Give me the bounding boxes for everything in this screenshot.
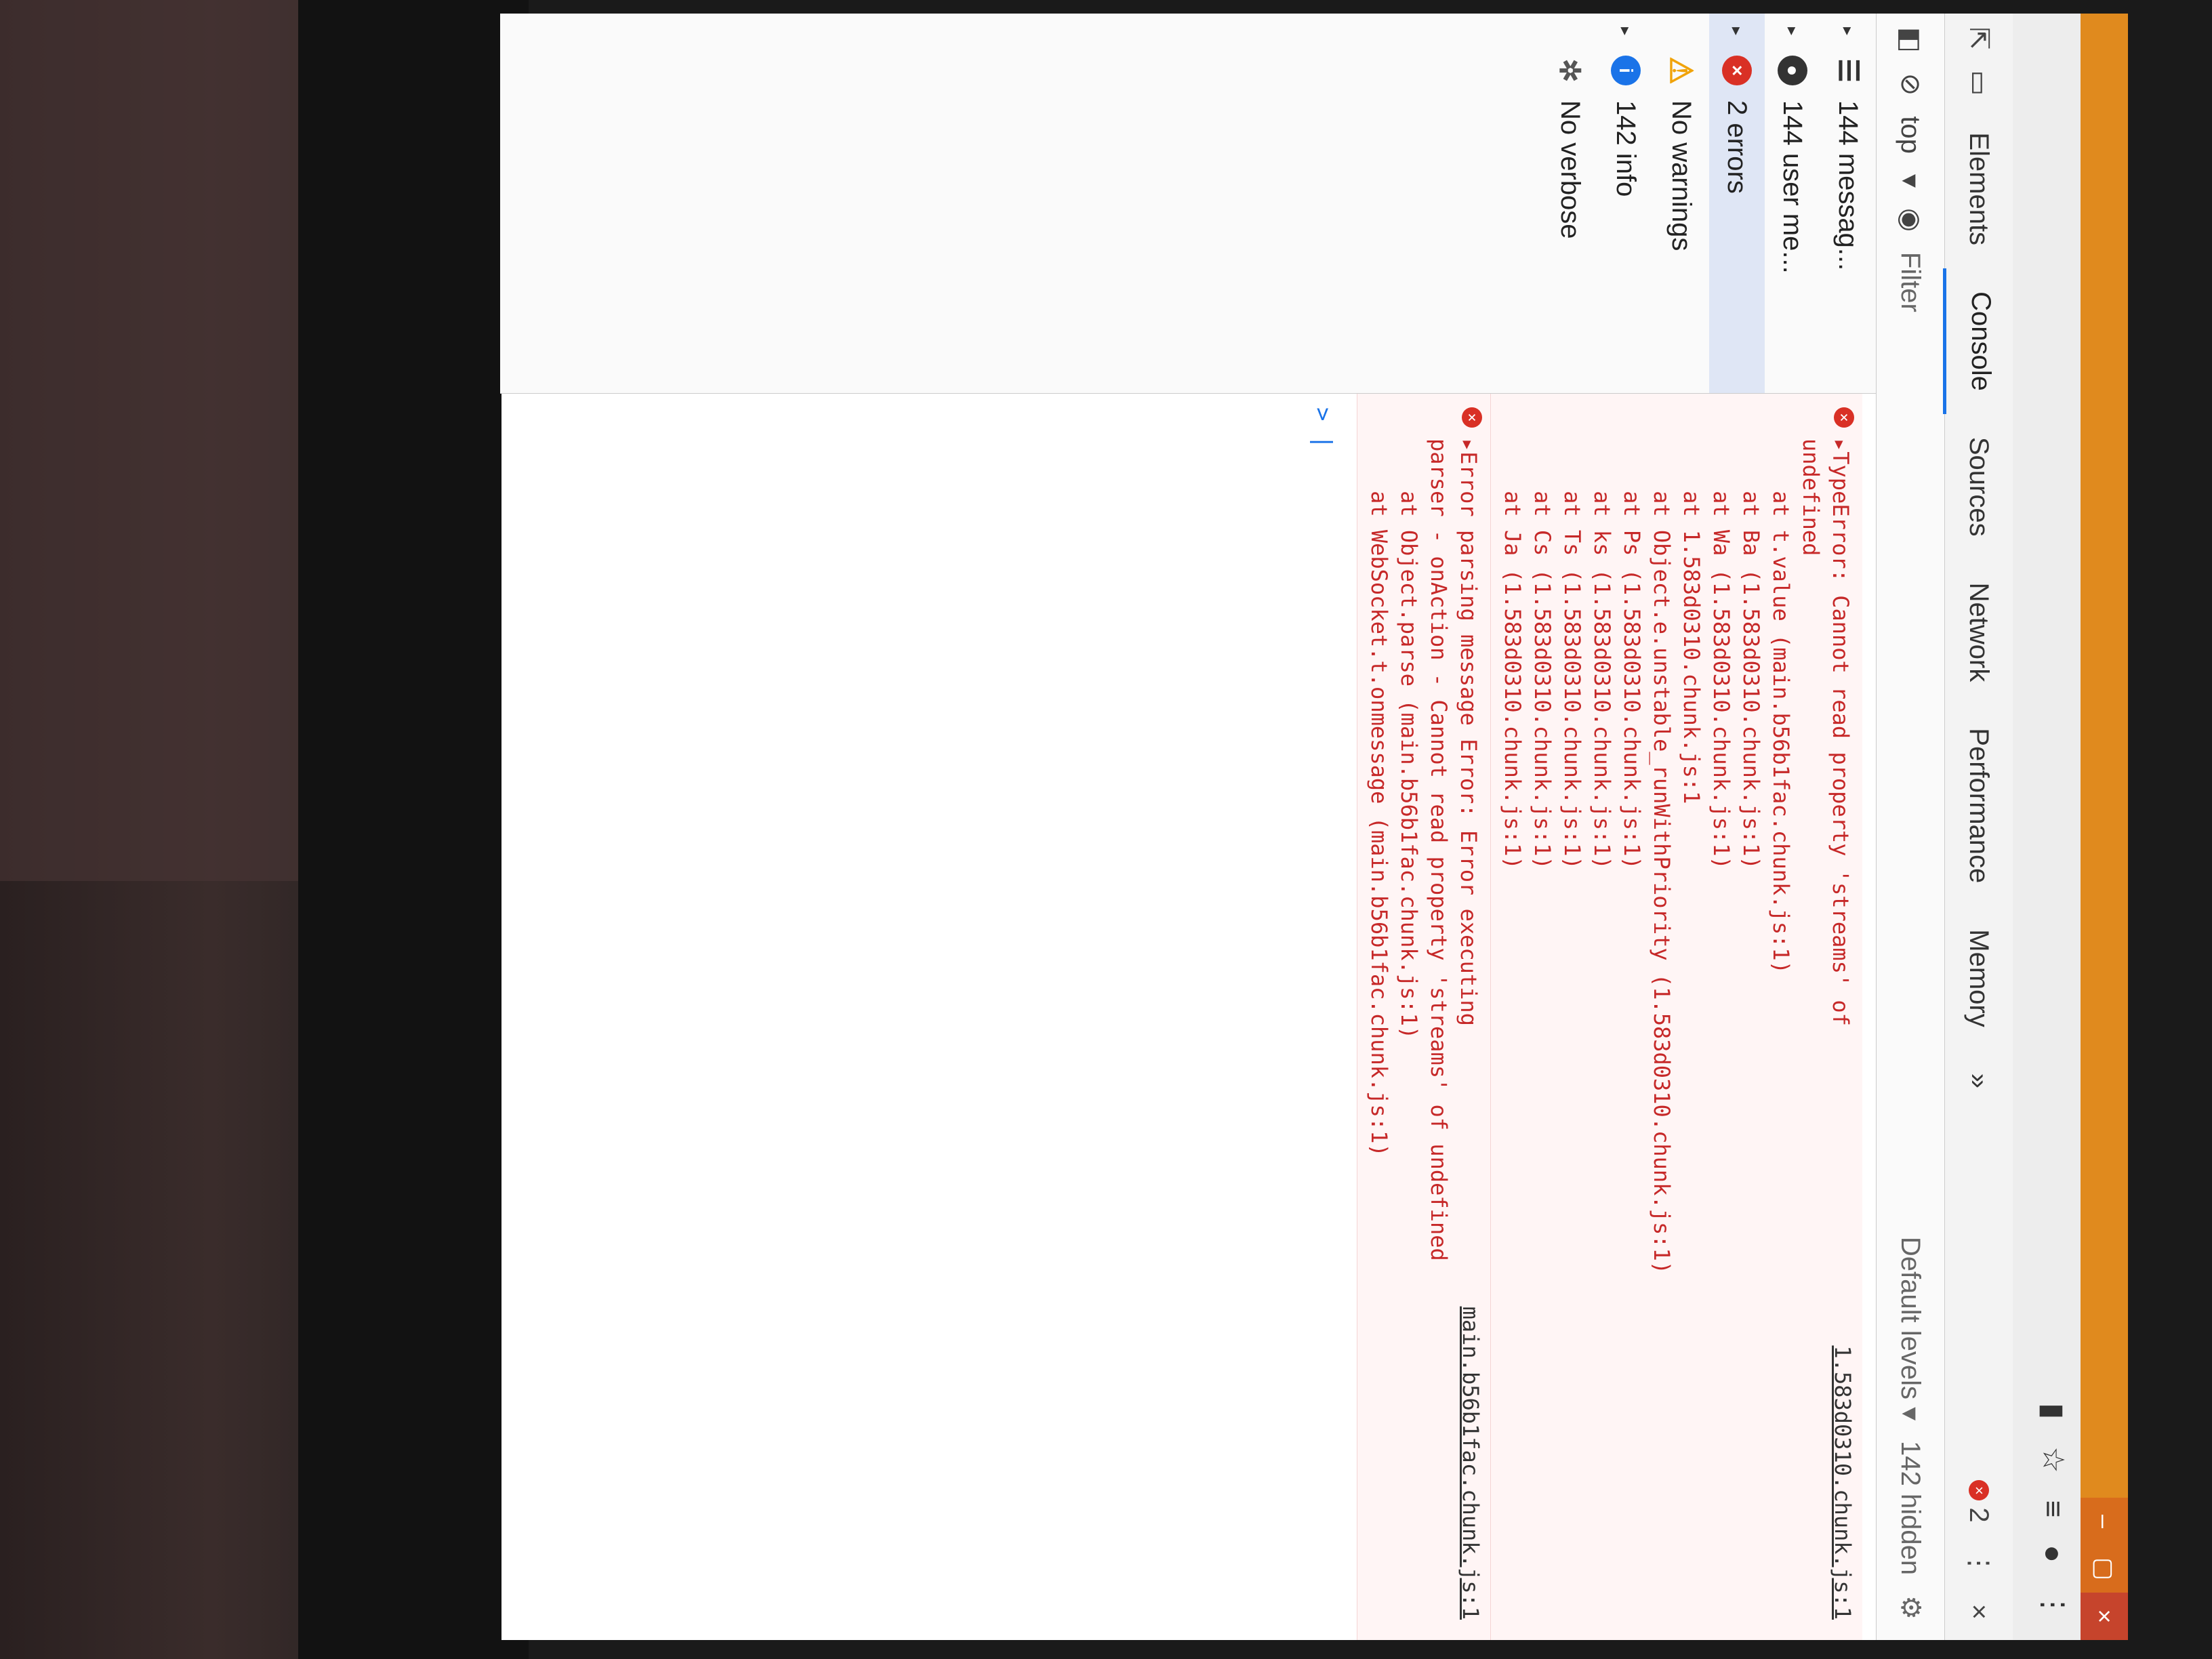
info-icon: i bbox=[1611, 56, 1641, 85]
console-body: ▸ ☰ 144 messag... ▸ ● 144 user me... ▸ ×… bbox=[500, 14, 1876, 1640]
tab-network[interactable]: Network bbox=[1945, 560, 2013, 705]
stack-line[interactable]: at Object.parse (main.b56b1fac.chunk.js:… bbox=[1394, 438, 1424, 1620]
expand-arrow-icon: ▸ bbox=[1839, 27, 1858, 36]
browser-menu-button[interactable]: ⋮ bbox=[2036, 1590, 2070, 1620]
message-head: ▸TypeError: Cannot read property 'stream… bbox=[1826, 438, 1856, 1620]
sidebar-item-warnings[interactable]: ⚠ No warnings bbox=[1654, 14, 1709, 393]
devtools-screen: – ▢ × ▮ ☆ ≡ ● ⋮ ⇱ ▭ Elements Console Sou… bbox=[500, 14, 2128, 1640]
stack-line[interactable]: at 1.583d0310.chunk.js:1 bbox=[1677, 438, 1706, 1620]
star-icon[interactable]: ☆ bbox=[2036, 1446, 2070, 1473]
message-content: ▸Error parsing message Error: Error exec… bbox=[1364, 438, 1483, 1620]
stack-line[interactable]: at Cs (1.583d0310.chunk.js:1) bbox=[1528, 438, 1557, 1620]
error-icon: × bbox=[1462, 407, 1482, 428]
expand-arrow-icon: ▸ bbox=[1727, 27, 1746, 36]
stack-line: undefined bbox=[1798, 438, 1824, 556]
eye-icon[interactable]: ◉ bbox=[1895, 208, 1926, 232]
devtools-more-button[interactable]: ⋮ bbox=[1963, 1550, 1994, 1577]
tab-tools: ⇱ ▭ bbox=[1963, 27, 1994, 96]
message-content: ▸TypeError: Cannot read property 'stream… bbox=[1498, 438, 1856, 1620]
clear-console-icon[interactable]: ⊘ bbox=[1895, 73, 1926, 96]
stack-line: parser - onAction - Cannot read property… bbox=[1426, 438, 1452, 1261]
console-filterbar: ◧ ⊘ top ▾ ◉ Filter Default levels ▾ 142 … bbox=[1876, 14, 1944, 1640]
source-link[interactable]: main.b56b1fac.chunk.js:1 bbox=[1454, 1307, 1483, 1620]
error-icon: × bbox=[1722, 56, 1752, 85]
browser-chrome: – ▢ × ▮ ☆ ≡ ● ⋮ bbox=[2012, 14, 2128, 1640]
tab-sources[interactable]: Sources bbox=[1945, 414, 2013, 560]
tab-overflow-button[interactable]: » bbox=[1945, 1050, 2013, 1111]
sidebar-item-label: 144 user me... bbox=[1778, 100, 1808, 274]
sidebar-item-label: 142 info bbox=[1611, 100, 1641, 197]
sidebar-item-info[interactable]: ▸ i 142 info bbox=[1598, 14, 1654, 393]
title-bar bbox=[2081, 14, 2128, 1593]
filter-input[interactable]: Filter bbox=[1896, 252, 1926, 312]
expand-arrow-icon: ▸ bbox=[1783, 27, 1802, 36]
context-selector[interactable]: top bbox=[1896, 116, 1926, 154]
tab-memory[interactable]: Memory bbox=[1945, 906, 2013, 1050]
photo-glow bbox=[0, 0, 312, 881]
tab-performance[interactable]: Performance bbox=[1945, 705, 2013, 906]
message-title[interactable]: ▸Error parsing message Error: Error exec… bbox=[1454, 438, 1483, 1026]
playlist-icon[interactable]: ≡ bbox=[2036, 1500, 2070, 1518]
stack-line[interactable]: at Object.e.unstable_runWithPriority (1.… bbox=[1647, 438, 1677, 1620]
devtools-tabbar: ⇱ ▭ Elements Console Sources Network Per… bbox=[1943, 14, 2015, 1640]
sidebar-item-errors[interactable]: ▸ × 2 errors bbox=[1709, 14, 1765, 393]
message-head: ▸Error parsing message Error: Error exec… bbox=[1454, 438, 1483, 1620]
list-icon: ☰ bbox=[1833, 58, 1863, 83]
profile-icon[interactable]: ● bbox=[2036, 1544, 2070, 1563]
expand-arrow-icon: ▸ bbox=[1616, 27, 1635, 36]
sidebar-item-label: No verbose bbox=[1555, 100, 1586, 239]
monitor-bezel bbox=[298, 0, 529, 1659]
user-icon: ● bbox=[1778, 56, 1807, 85]
error-icon: × bbox=[1969, 1480, 1989, 1501]
browser-toolbar: ▮ ☆ ≡ ● ⋮ bbox=[2036, 1403, 2070, 1620]
sidebar-item-label: 2 errors bbox=[1722, 100, 1753, 194]
stack-line[interactable]: at Ja (1.583d0310.chunk.js:1) bbox=[1498, 438, 1528, 1620]
filterbar-right: Default levels ▾ 142 hidden ⚙ bbox=[1895, 1237, 1926, 1640]
stack-line[interactable]: at Ts (1.583d0310.chunk.js:1) bbox=[1557, 438, 1587, 1620]
verbose-icon: ✲ bbox=[1554, 58, 1586, 83]
sidebar-item-user-messages[interactable]: ▸ ● 144 user me... bbox=[1765, 14, 1820, 393]
extension-icon[interactable]: ▮ bbox=[2036, 1403, 2070, 1419]
stack-line[interactable]: at WebSocket.t.onmessage (main.b56b1fac.… bbox=[1364, 438, 1394, 1620]
stack-line[interactable]: at ks (1.583d0310.chunk.js:1) bbox=[1587, 438, 1617, 1620]
prompt-caret: | bbox=[1309, 434, 1336, 449]
warning-icon: ⚠ bbox=[1664, 56, 1699, 85]
message-title[interactable]: ▸TypeError: Cannot read property 'stream… bbox=[1826, 438, 1856, 1026]
devtools-panel: ⇱ ▭ Elements Console Sources Network Per… bbox=[500, 14, 2015, 1640]
hidden-count: 142 hidden bbox=[1896, 1441, 1926, 1576]
tab-elements[interactable]: Elements bbox=[1945, 109, 2013, 268]
devtools-close-button[interactable]: × bbox=[1964, 1604, 1994, 1620]
error-icon: × bbox=[1834, 407, 1854, 428]
error-count: 2 bbox=[1964, 1507, 1994, 1523]
context-dropdown-icon[interactable]: ▾ bbox=[1895, 174, 1926, 188]
prompt-chevron-icon: > bbox=[1309, 407, 1336, 422]
sidebar-item-label: 144 messag... bbox=[1833, 100, 1864, 271]
sidebar-item-messages[interactable]: ▸ ☰ 144 messag... bbox=[1820, 14, 1876, 393]
stack-line[interactable]: at Ps (1.583d0310.chunk.js:1) bbox=[1617, 438, 1647, 1620]
console-sidebar: ▸ ☰ 144 messag... ▸ ● 144 user me... ▸ ×… bbox=[500, 14, 1876, 394]
window-controls: – ▢ × bbox=[2081, 1498, 2128, 1640]
error-counter[interactable]: × 2 bbox=[1964, 1480, 1994, 1523]
tabbar-right: × 2 ⋮ × bbox=[1963, 1480, 1994, 1640]
sidebar-item-verbose[interactable]: ✲ No verbose bbox=[1542, 14, 1598, 393]
console-message-typeerror[interactable]: × ▸TypeError: Cannot read property 'stre… bbox=[1490, 394, 1862, 1640]
console-message-parse-error[interactable]: × ▸Error parsing message Error: Error ex… bbox=[1357, 394, 1490, 1640]
stack-line[interactable]: at Wa (1.583d0310.chunk.js:1) bbox=[1706, 438, 1736, 1620]
minimize-button[interactable]: – bbox=[2081, 1498, 2128, 1545]
source-link[interactable]: 1.583d0310.chunk.js:1 bbox=[1826, 1345, 1856, 1620]
sidebar-toggle-icon[interactable]: ◧ bbox=[1895, 27, 1926, 53]
console-prompt[interactable]: > | bbox=[1289, 394, 1357, 1640]
stack-line[interactable]: at Ba (1.583d0310.chunk.js:1) bbox=[1736, 438, 1766, 1620]
stack-line[interactable]: at t.value (main.b56b1fac.chunk.js:1) bbox=[1766, 438, 1796, 1620]
restore-button[interactable]: ▢ bbox=[2081, 1545, 2128, 1593]
close-window-button[interactable]: × bbox=[2081, 1593, 2128, 1640]
tab-console[interactable]: Console bbox=[1943, 268, 2015, 414]
inspect-icon[interactable]: ⇱ bbox=[1963, 27, 1994, 50]
settings-gear-icon[interactable]: ⚙ bbox=[1895, 1595, 1926, 1620]
levels-dropdown[interactable]: Default levels ▾ bbox=[1895, 1237, 1926, 1420]
device-toggle-icon[interactable]: ▭ bbox=[1963, 70, 1994, 96]
sidebar-item-label: No warnings bbox=[1666, 100, 1697, 251]
console-output: × ▸TypeError: Cannot read property 'stre… bbox=[500, 394, 1876, 1640]
